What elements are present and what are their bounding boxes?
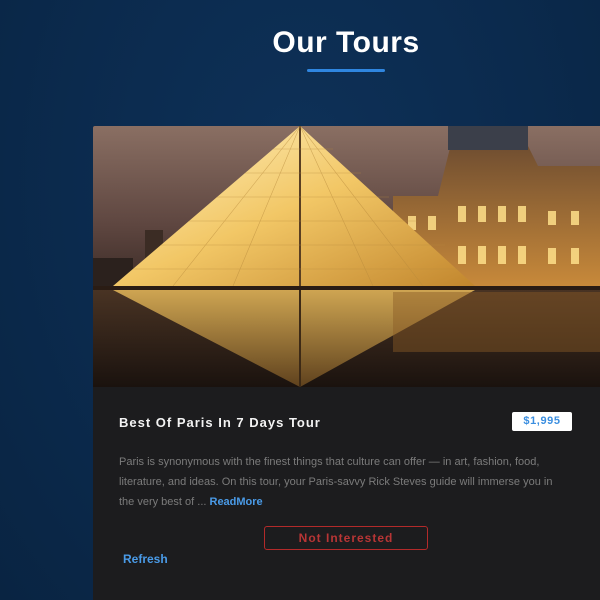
tour-name: Best Of Paris In 7 Days Tour (119, 415, 321, 430)
tour-photo (93, 126, 600, 387)
tour-card: Best Of Paris In 7 Days Tour $1,995 Pari… (93, 126, 600, 600)
tours-page: Our Tours Best Of Paris In 7 Days Tour $… (0, 0, 600, 600)
description-text: Paris is synonymous with the finest thin… (119, 456, 553, 508)
page-title: Our Tours (272, 26, 420, 59)
price-badge: $1,995 (512, 412, 572, 431)
tour-description: Paris is synonymous with the finest thin… (119, 452, 569, 512)
not-interested-button[interactable]: Not Interested (264, 526, 428, 550)
read-more-link[interactable]: ReadMore (210, 496, 263, 508)
title-underline (307, 69, 385, 72)
refresh-link[interactable]: Refresh (123, 552, 168, 566)
